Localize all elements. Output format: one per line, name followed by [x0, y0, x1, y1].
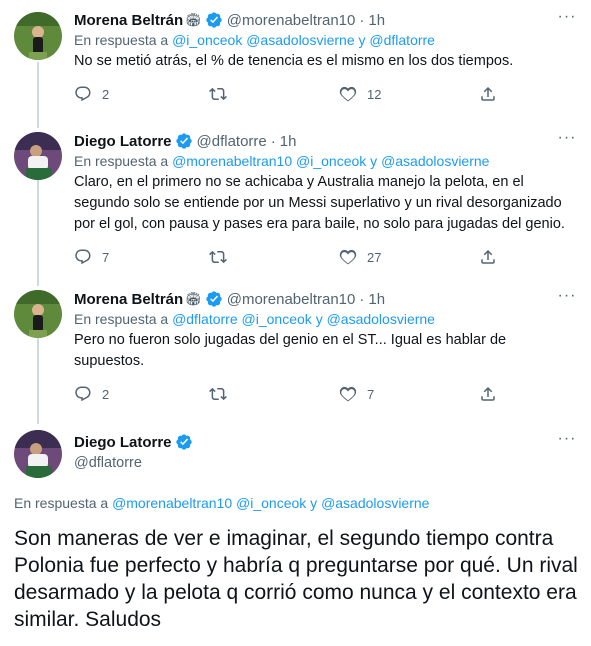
like-count: 27 [367, 249, 382, 265]
avatar[interactable] [14, 290, 62, 338]
more-icon[interactable]: ··· [557, 288, 577, 309]
more-icon[interactable]: ··· [557, 431, 577, 452]
tweet-header: Diego Latorre ··· [74, 431, 577, 452]
mention-link[interactable]: @i_onceok [172, 32, 242, 48]
mention-link[interactable]: @asadolosvierne [327, 311, 435, 327]
reply-button[interactable]: 2 [74, 385, 209, 403]
tweet[interactable]: Morena Beltrán 🏟 @morenabeltran10 · 1h ·… [0, 280, 591, 420]
share-icon [481, 249, 495, 264]
like-count: 7 [367, 386, 375, 402]
reply-context: En respuesta a @dflatorre @i_onceok y @a… [74, 311, 435, 327]
mention-link[interactable]: @i_onceok [236, 495, 306, 511]
like-button[interactable]: 12 [339, 85, 479, 103]
avatar[interactable] [14, 12, 62, 60]
user-handle[interactable]: @dflatorre [197, 133, 267, 150]
tweet-actions: 7 27 [74, 247, 577, 267]
heart-icon [339, 386, 357, 402]
display-name[interactable]: Morena Beltrán [74, 291, 183, 308]
share-button[interactable] [479, 385, 497, 403]
display-name[interactable]: Diego Latorre [74, 133, 172, 150]
reply-count: 7 [102, 249, 110, 265]
share-icon [481, 386, 495, 401]
verified-badge-icon [206, 12, 222, 28]
tweet-actions: 2 12 [74, 84, 577, 104]
reply-icon [75, 86, 91, 102]
tweet[interactable]: Morena Beltrán 🏟 @morenabeltran10 · 1h ·… [0, 0, 591, 125]
like-button[interactable]: 7 [339, 385, 479, 403]
stadium-emoji-icon: 🏟 [185, 291, 202, 306]
share-button[interactable] [479, 85, 497, 103]
like-count: 12 [367, 86, 382, 102]
reply-context: En respuesta a @morenabeltran10 @i_onceo… [74, 153, 490, 169]
avatar[interactable] [14, 430, 62, 478]
stadium-emoji-icon: 🏟 [185, 12, 202, 27]
reply-button[interactable]: 2 [74, 85, 209, 103]
tweet-header: Diego Latorre @dflatorre · 1h ··· [74, 129, 577, 151]
reply-context: En respuesta a @morenabeltran10 @i_onceo… [14, 495, 430, 511]
timestamp[interactable]: 1h [368, 291, 385, 308]
share-icon [481, 86, 495, 101]
tweet-text: Claro, en el primero no se achicaba y Au… [74, 174, 565, 232]
main-tweet-text: Son maneras de ver e imaginar, el segund… [14, 527, 578, 631]
display-name[interactable]: Morena Beltrán [74, 12, 183, 29]
retweet-icon [209, 87, 227, 101]
mention-link[interactable]: @i_onceok [242, 311, 312, 327]
retweet-button[interactable] [209, 248, 339, 266]
tweet-header: Morena Beltrán 🏟 @morenabeltran10 · 1h ·… [74, 8, 577, 30]
heart-icon [339, 86, 357, 102]
mention-link[interactable]: @morenabeltran10 [172, 153, 292, 169]
reply-icon [75, 386, 91, 402]
like-button[interactable]: 27 [339, 248, 479, 266]
reply-count: 2 [102, 86, 110, 102]
mention-link[interactable]: @dflatorre [172, 311, 238, 327]
user-handle[interactable]: @morenabeltran10 [227, 12, 356, 29]
mention-link[interactable]: @asadolosvierne [381, 153, 489, 169]
mention-link[interactable]: @morenabeltran10 [112, 495, 232, 511]
tweet-header: Morena Beltrán 🏟 @morenabeltran10 · 1h ·… [74, 287, 577, 309]
retweet-icon [209, 250, 227, 264]
mention-link[interactable]: @i_onceok [296, 153, 366, 169]
retweet-button[interactable] [209, 385, 339, 403]
tweet-text: No se metió atrás, el % de tenencia es e… [74, 53, 514, 69]
verified-badge-icon [206, 291, 222, 307]
tweet-actions: 2 7 [74, 384, 577, 404]
reply-button[interactable]: 7 [74, 248, 209, 266]
retweet-icon [209, 387, 227, 401]
tweet[interactable]: Diego Latorre @dflatorre · 1h ··· En res… [0, 122, 591, 282]
mention-link[interactable]: @asadolosvierne [246, 32, 354, 48]
reply-icon [75, 249, 91, 265]
user-handle[interactable]: @dflatorre [74, 455, 577, 471]
more-icon[interactable]: ··· [557, 130, 577, 151]
mention-link[interactable]: @dflatorre [369, 32, 435, 48]
timestamp[interactable]: 1h [368, 12, 385, 29]
reply-count: 2 [102, 386, 110, 402]
more-icon[interactable]: ··· [557, 9, 577, 30]
mention-link[interactable]: @asadolosvierne [321, 495, 429, 511]
verified-badge-icon [175, 434, 192, 450]
user-handle[interactable]: @morenabeltran10 [227, 291, 356, 308]
timestamp[interactable]: 1h [280, 133, 297, 150]
avatar[interactable] [14, 132, 62, 180]
share-button[interactable] [479, 248, 497, 266]
reply-context: En respuesta a @i_onceok @asadolosvierne… [74, 32, 435, 48]
tweet-text: Pero no fueron solo jugadas del genio en… [74, 332, 507, 369]
display-name[interactable]: Diego Latorre [74, 434, 172, 451]
verified-badge-icon [175, 133, 192, 149]
heart-icon [339, 249, 357, 265]
retweet-button[interactable] [209, 85, 339, 103]
